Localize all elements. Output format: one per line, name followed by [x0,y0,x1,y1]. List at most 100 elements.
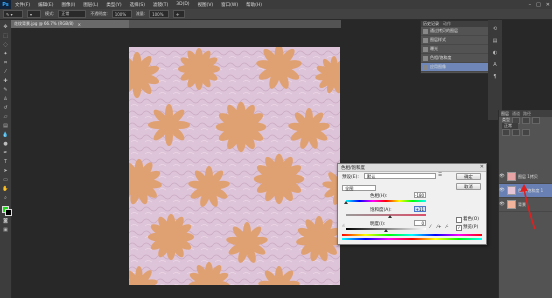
tab-layers[interactable]: 图层 [501,111,509,117]
mode-select[interactable]: 正常 [58,10,87,18]
filter-adjust-icon[interactable] [522,116,530,124]
close-window-button[interactable]: ✕ [546,2,550,8]
layer-thumbnail [507,172,516,181]
history-item-thumbnail [423,28,428,34]
history-item[interactable]: 图层样式 [421,36,489,45]
eyedropper-tool-icon[interactable]: ⁄ [2,69,9,75]
lock-all-icon[interactable] [522,128,530,136]
type-tool-icon[interactable]: T [2,159,9,165]
tab-actions[interactable]: 动作 [443,21,451,27]
properties-panel-icon[interactable]: ▤ [488,38,502,44]
hue-slider-track[interactable] [346,200,426,202]
dodge-tool-icon[interactable]: ● [2,141,9,147]
preset-options-icon[interactable]: ☰ [438,173,442,178]
menu-item[interactable]: 帮助(H) [246,2,262,8]
document-tab-bar: 花纹背景.jpg @ 66.7% (RGB/8) × [11,20,341,28]
layer-visibility-icon[interactable]: 👁 [499,174,505,179]
maximize-button[interactable]: □ [536,2,541,8]
menu-item[interactable]: 类型(Y) [106,2,121,8]
path-select-tool-icon[interactable]: ➤ [2,168,9,174]
lightness-slider-handle[interactable] [384,229,388,232]
opacity-input[interactable]: 100% [111,10,132,18]
quick-select-tool-icon[interactable]: ✦ [2,51,9,57]
lasso-tool-icon[interactable]: ◌ [2,42,9,48]
background-color-swatch[interactable] [5,209,12,216]
tool-preset-picker[interactable]: ✎ ▾ [3,10,23,18]
healing-brush-tool-icon[interactable]: ✚ [2,78,9,84]
saturation-input[interactable]: +11 [414,206,426,212]
hand-tool-icon[interactable]: ✋ [2,186,9,192]
saturation-slider-track[interactable] [346,214,426,216]
flower-center [275,63,283,71]
cancel-button[interactable]: 取消 [456,183,481,190]
quick-mask-icon[interactable]: ◙ [2,218,9,224]
pen-tool-icon[interactable]: ✒ [2,150,9,156]
menu-item[interactable]: 视图(V) [198,2,214,8]
menu-item[interactable]: 3D(D) [176,2,189,8]
add-eyedropper-icon[interactable]: ⁄+ [437,225,442,230]
colorize-checkbox[interactable] [456,217,462,223]
paragraph-panel-icon[interactable]: ¶ [488,74,502,80]
airbrush-toggle[interactable]: ✈ [173,10,186,18]
colorize-label: 着色(O) [463,217,480,222]
menu-item[interactable]: 选择(S) [130,2,145,8]
screen-mode-icon[interactable]: ▣ [2,227,9,233]
menu-item[interactable]: 编辑(E) [38,2,53,8]
brush-size-picker[interactable]: ▾ [27,10,41,18]
layer-thumbnail [507,200,516,209]
zoom-tool-icon[interactable]: ⌕ [2,195,9,201]
brush-tool-icon[interactable]: ✎ [2,87,9,93]
lightness-input[interactable]: 0 [414,220,426,226]
menu-item[interactable]: 图像(I) [61,2,75,8]
output-color-bar [342,238,482,240]
lock-pixels-icon[interactable] [502,128,510,136]
tab-history[interactable]: 历史记录 [423,21,439,27]
document-tab[interactable]: 花纹背景.jpg @ 66.7% (RGB/8) × [11,20,129,28]
layer-visibility-icon[interactable]: 👁 [499,188,505,193]
shape-tool-icon[interactable]: ▭ [2,177,9,183]
mode-label: 模式: [45,11,55,16]
history-item-active[interactable]: 应用图像 [421,63,489,72]
flow-input[interactable]: 100% [149,10,170,18]
layer-visibility-icon[interactable]: 👁 [499,202,505,207]
target-adjust-hand-icon[interactable]: ☝ [342,224,345,229]
channel-select[interactable]: 全图 [342,185,376,191]
gradient-tool-icon[interactable]: ▤ [2,123,9,129]
document-tab-close-icon[interactable]: × [78,22,81,27]
menu-item[interactable]: 窗口(W) [221,2,238,8]
minimize-button[interactable]: – [529,2,532,8]
blur-tool-icon[interactable]: 💧 [2,132,9,138]
document-canvas[interactable] [129,47,340,285]
preset-select[interactable]: 默认 [364,173,436,179]
character-panel-icon[interactable]: A [488,62,502,68]
ok-button[interactable]: 确定 [456,173,481,180]
tools-panel: ✥ ⬚ ◌ ✦ ⌗ ⁄ ✚ ✎ ♙ ↺ ▱ ▤ 💧 ● ✒ T ➤ ▭ ✋ ⌕ … [0,20,12,298]
floral-pattern-image [129,47,340,285]
layer-row[interactable]: 👁 图层 1拷贝 [499,170,552,184]
subtract-eyedropper-icon[interactable]: ⁄- [446,225,448,230]
history-item[interactable]: 色相/饱和度 [421,54,489,63]
history-item[interactable]: 通过拷贝的图层 [421,27,489,36]
history-item[interactable]: 曝光 [421,45,489,54]
dialog-close-icon[interactable]: ✕ [480,164,484,170]
annotation-arrow [520,184,536,230]
move-tool-icon[interactable]: ✥ [2,24,9,30]
hue-input[interactable]: -180 [414,192,426,198]
history-brush-tool-icon[interactable]: ↺ [2,105,9,111]
menu-item[interactable]: 滤镜(T) [153,2,168,8]
lock-position-icon[interactable] [512,128,520,136]
preview-checkbox[interactable]: ✓ [456,225,462,231]
adjustments-panel-icon[interactable]: ◐ [488,50,502,56]
history-panel-icon[interactable]: ⟲ [488,26,502,32]
menu-item[interactable]: 文件(F) [15,2,30,8]
filter-type-icon[interactable] [532,116,540,124]
menu-item[interactable]: 图层(L) [83,2,98,8]
eraser-tool-icon[interactable]: ▱ [2,114,9,120]
hue-slider-handle[interactable] [344,201,348,204]
saturation-slider-handle[interactable] [388,215,393,218]
eyedropper-icon[interactable]: ⁄ [430,225,431,230]
history-item-label: 通过拷贝的图层 [430,28,458,33]
clone-stamp-tool-icon[interactable]: ♙ [2,96,9,102]
marquee-tool-icon[interactable]: ⬚ [2,33,9,39]
crop-tool-icon[interactable]: ⌗ [2,60,9,66]
